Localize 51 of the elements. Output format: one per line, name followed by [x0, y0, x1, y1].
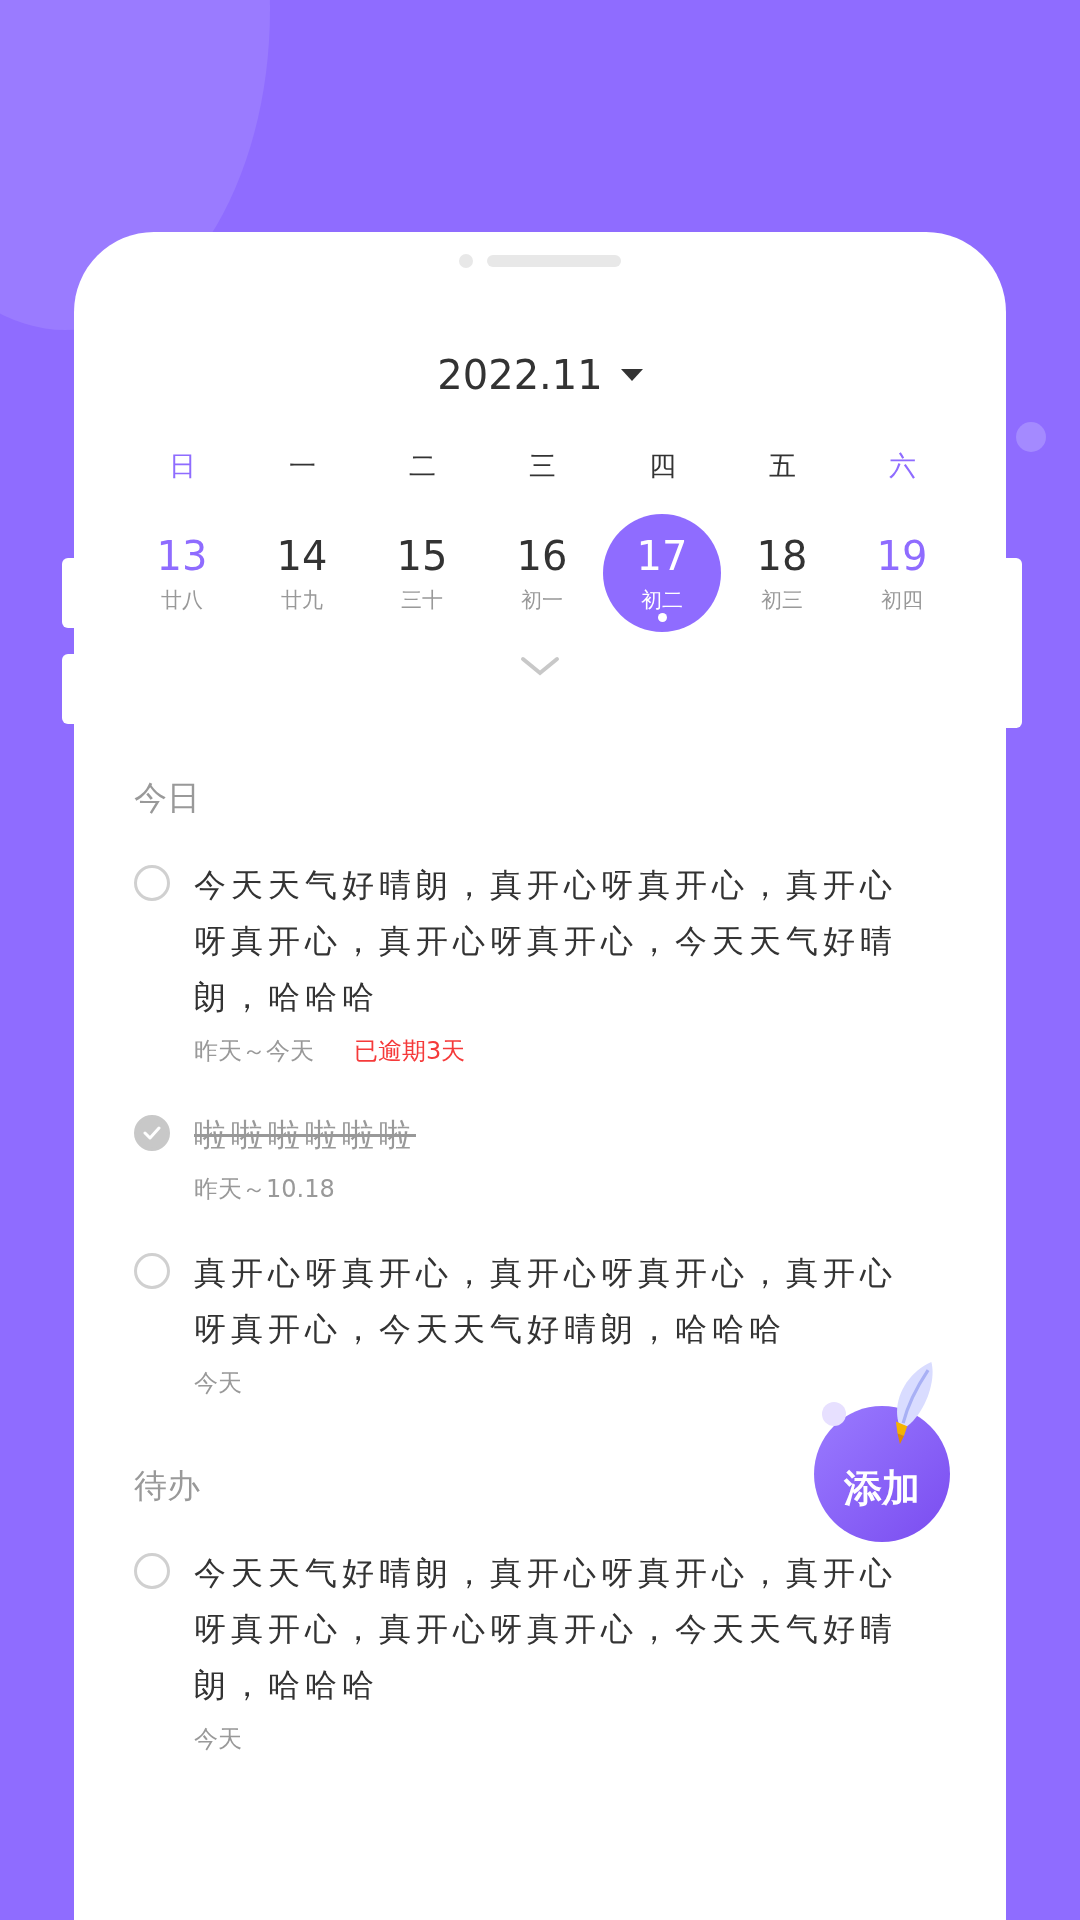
caret-icon [620, 369, 643, 381]
decorative-dot [1016, 422, 1046, 452]
weekday-label: 六 [887, 449, 917, 483]
task-text[interactable]: 今天天气好晴朗，真开心呀真开心，真开心呀真开心，真开心呀真开心，今天天气好晴朗，哈哈哈 [194, 857, 919, 1025]
date-cell[interactable]: 15 三十 [363, 514, 481, 632]
weekday-label: 日 [167, 449, 197, 483]
date-cell[interactable]: 14 廿九 [243, 514, 361, 632]
task-checkbox[interactable] [134, 1253, 170, 1289]
lunar-date: 廿八 [161, 587, 203, 614]
decorative-bubble [822, 1402, 846, 1426]
section-title: 今日 [134, 777, 200, 819]
day-number: 17 [636, 532, 688, 580]
add-button[interactable]: 添加 [814, 1406, 950, 1542]
date-cell[interactable]: 18 初三 [723, 514, 841, 632]
task-checkbox[interactable] [134, 1553, 170, 1589]
month-picker[interactable]: 2022.11 [437, 352, 643, 398]
task-date: 昨天～10.18 [194, 1174, 335, 1205]
date-cell[interactable]: 19 初四 [843, 514, 961, 632]
section-title: 待办 [134, 1465, 200, 1507]
weekday-label: 三 [527, 449, 557, 483]
checkmark-icon [143, 1126, 161, 1140]
day-number: 19 [876, 532, 928, 580]
task-checkbox[interactable] [134, 865, 170, 901]
lunar-date: 初二 [641, 587, 683, 614]
date-cell[interactable]: 17 初二 [603, 514, 721, 632]
day-number: 15 [396, 532, 448, 580]
date-cell[interactable]: 16 初一 [483, 514, 601, 632]
overdue-label: 已逾期3天 [354, 1036, 466, 1067]
event-dot [657, 613, 667, 622]
lunar-date: 廿九 [281, 587, 323, 614]
day-number: 14 [276, 532, 328, 580]
weekday-label: 二 [407, 449, 437, 483]
feather-pen-icon [894, 1362, 934, 1444]
day-number: 13 [156, 532, 208, 580]
weekday-label: 四 [647, 449, 677, 483]
lunar-date: 初三 [761, 587, 803, 614]
task-date: 昨天～今天 [194, 1036, 314, 1067]
lunar-date: 初四 [881, 587, 923, 614]
task-date: 今天 [194, 1724, 242, 1755]
day-number: 18 [756, 532, 808, 580]
weekday-label: 一 [287, 449, 317, 483]
task-checkbox[interactable] [134, 1115, 170, 1151]
expand-chevron-icon[interactable] [520, 656, 560, 676]
lunar-date: 初一 [521, 587, 563, 614]
weekday-label: 五 [767, 449, 797, 483]
day-number: 16 [516, 532, 568, 580]
task-text[interactable]: 今天天气好晴朗，真开心呀真开心，真开心呀真开心，真开心呀真开心，今天天气好晴朗，哈哈哈 [194, 1545, 919, 1713]
lunar-date: 三十 [401, 587, 443, 614]
date-cell[interactable]: 13 廿八 [123, 514, 241, 632]
task-date: 今天 [194, 1368, 242, 1399]
task-text[interactable]: 真开心呀真开心，真开心呀真开心，真开心呀真开心，今天天气好晴朗，哈哈哈 [194, 1245, 919, 1357]
